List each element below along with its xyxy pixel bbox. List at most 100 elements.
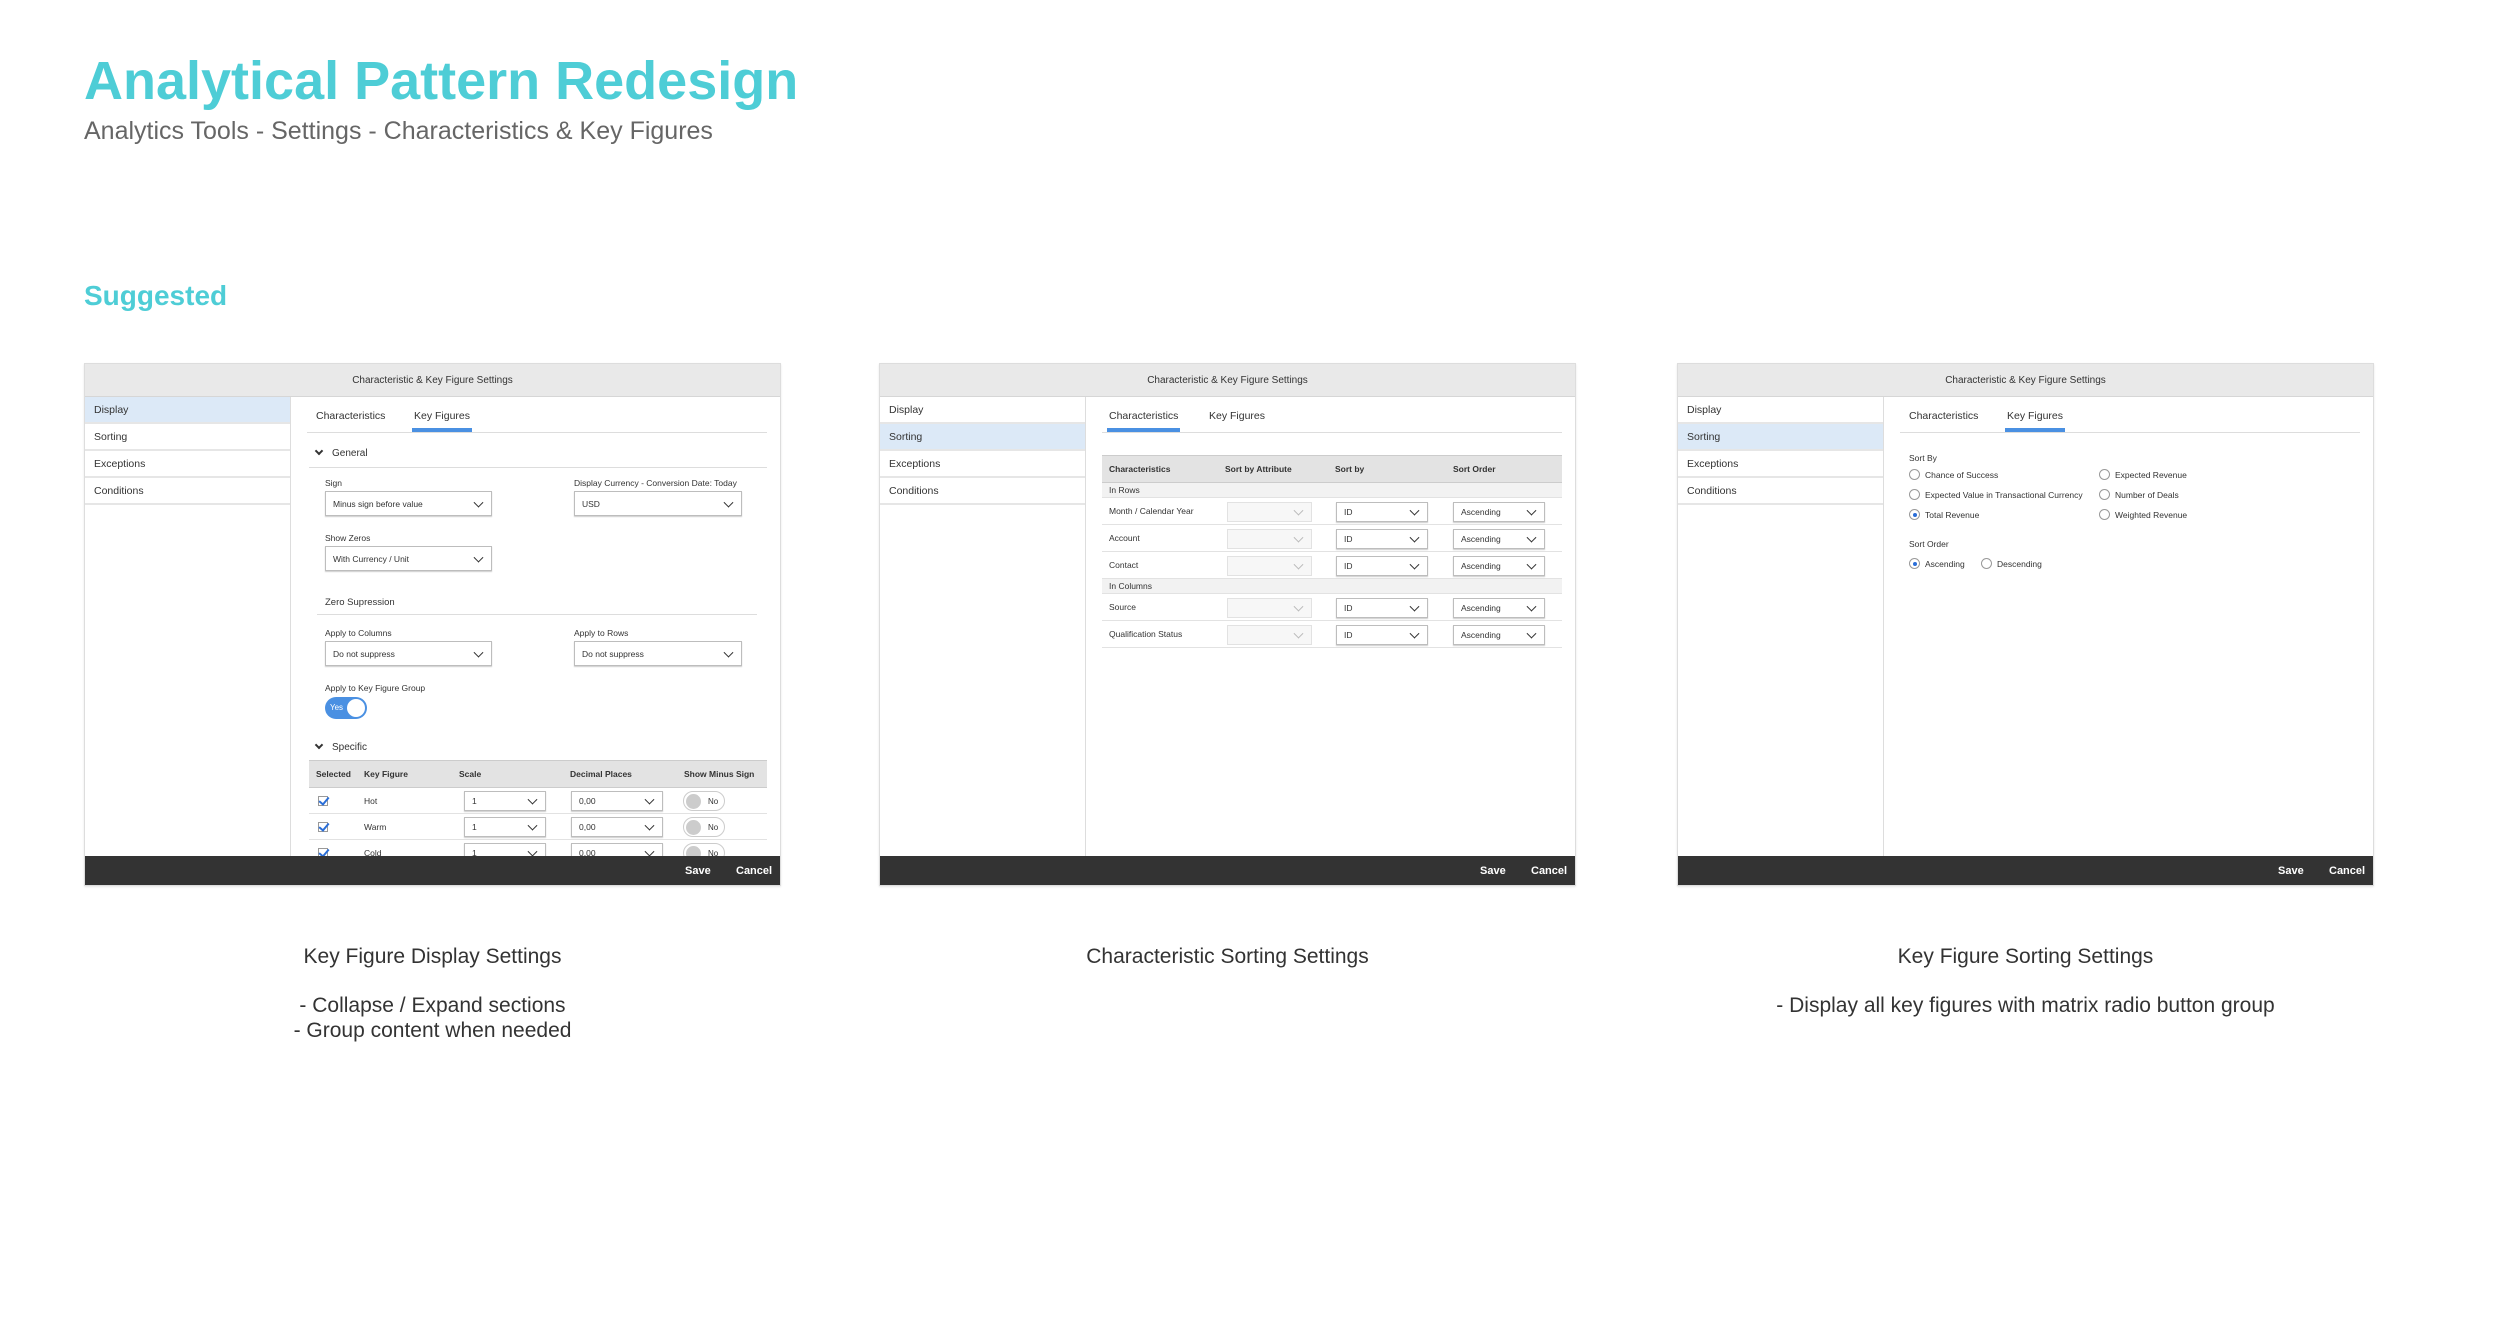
sidebar-item-conditions[interactable]: Conditions — [1678, 478, 1883, 505]
sort-order-select[interactable]: Ascending — [1453, 625, 1545, 645]
sort-order-radio[interactable]: Ascending — [1909, 558, 1965, 569]
column-header: Scale — [459, 769, 482, 779]
save-button[interactable]: Save — [2278, 865, 2304, 877]
section-specific-title: Specific — [332, 742, 368, 753]
sort-by-attribute-select[interactable] — [1227, 598, 1312, 618]
chevron-down-icon — [473, 497, 484, 508]
save-button[interactable]: Save — [1480, 865, 1506, 877]
table-row: Month / Calendar Year ID Ascending — [1102, 498, 1562, 525]
show-minus-sign-toggle[interactable]: No — [683, 791, 725, 811]
scale-select[interactable]: 1 — [464, 817, 546, 837]
characteristic-name: Month / Calendar Year — [1109, 506, 1194, 516]
caption-key-figure-sorting: Key Figure Sorting Settings - Display al… — [1677, 944, 2374, 1018]
show-minus-sign-toggle[interactable]: No — [683, 817, 725, 837]
sort-by-radio[interactable]: Expected Revenue — [2099, 469, 2187, 480]
section-general-toggle[interactable]: General — [314, 446, 368, 459]
caption-note: - Group content when needed — [293, 1019, 572, 1042]
key-figure-name: Hot — [364, 795, 378, 806]
decimal-places-select[interactable]: 0,00 — [571, 817, 663, 837]
dialog-footer: Save Cancel — [1678, 856, 2373, 885]
sign-select[interactable]: Minus sign before value — [325, 491, 492, 516]
tab-key-figures[interactable]: Key Figures — [1209, 410, 1265, 432]
cancel-button[interactable]: Cancel — [736, 865, 772, 877]
sort-by-radio[interactable]: Total Revenue — [1909, 509, 1979, 520]
chevron-down-icon — [527, 794, 538, 805]
chevron-down-icon — [1293, 601, 1304, 612]
chevron-down-icon — [1293, 559, 1304, 570]
sort-order-radio[interactable]: Descending — [1981, 558, 2042, 569]
sidebar-item-exceptions[interactable]: Exceptions — [1678, 451, 1883, 478]
sidebar-item-conditions[interactable]: Conditions — [880, 478, 1085, 505]
sort-by-attribute-select[interactable] — [1227, 529, 1312, 549]
sidebar-item-conditions[interactable]: Conditions — [85, 478, 290, 505]
chevron-down-icon — [644, 794, 655, 805]
scale-select[interactable]: 1 — [464, 791, 546, 811]
sort-by-select-value: ID — [1344, 507, 1353, 517]
chevron-down-icon — [1409, 532, 1420, 543]
sort-by-attribute-select[interactable] — [1227, 502, 1312, 522]
cancel-button[interactable]: Cancel — [1531, 865, 1567, 877]
scale-select-value: 1 — [472, 796, 477, 806]
chevron-down-icon — [1526, 628, 1537, 639]
sign-value: Minus sign before value — [333, 498, 423, 509]
tab-characteristics[interactable]: Characteristics — [1909, 410, 1978, 432]
sort-by-radio[interactable]: Weighted Revenue — [2099, 509, 2187, 520]
sort-order-select[interactable]: Ascending — [1453, 502, 1545, 522]
sidebar-item-sorting[interactable]: Sorting — [85, 424, 290, 451]
show-zeros-select[interactable]: With Currency / Unit — [325, 546, 492, 571]
sort-by-attribute-select[interactable] — [1227, 625, 1312, 645]
sidebar-nav: Display Sorting Exceptions Conditions — [880, 397, 1086, 857]
currency-value: USD — [582, 498, 600, 509]
tab-divider — [1102, 432, 1562, 433]
row-checkbox[interactable] — [318, 822, 328, 832]
currency-select[interactable]: USD — [574, 491, 742, 516]
save-button[interactable]: Save — [685, 865, 711, 877]
show-zeros-label: Show Zeros — [325, 533, 371, 543]
section-specific-toggle[interactable]: Specific — [314, 740, 368, 753]
tab-characteristics[interactable]: Characteristics — [316, 410, 385, 432]
sort-by-select[interactable]: ID — [1336, 502, 1428, 522]
sidebar-item-sorting[interactable]: Sorting — [1678, 424, 1883, 451]
sort-by-attribute-select[interactable] — [1227, 556, 1312, 576]
apply-columns-select[interactable]: Do not suppress — [325, 641, 492, 666]
sort-by-radio[interactable]: Expected Value in Transactional Currency — [1909, 489, 2083, 500]
dialog-title: Characteristic & Key Figure Settings — [880, 364, 1575, 397]
sort-by-select[interactable]: ID — [1336, 625, 1428, 645]
radio-circle — [1909, 558, 1920, 569]
sort-order-select-value: Ascending — [1461, 507, 1501, 517]
apply-rows-select[interactable]: Do not suppress — [574, 641, 742, 666]
sort-by-radio[interactable]: Chance of Success — [1909, 469, 1998, 480]
sidebar-item-display[interactable]: Display — [880, 397, 1085, 424]
settings-dialog-display: Characteristic & Key Figure Settings Dis… — [84, 363, 781, 886]
sidebar-item-exceptions[interactable]: Exceptions — [880, 451, 1085, 478]
sort-order-select[interactable]: Ascending — [1453, 598, 1545, 618]
sort-order-select[interactable]: Ascending — [1453, 556, 1545, 576]
toggle-label: No — [708, 823, 719, 832]
sort-by-radio[interactable]: Number of Deals — [2099, 489, 2179, 500]
radio-label: Number of Deals — [2115, 489, 2179, 500]
radio-circle — [2099, 469, 2110, 480]
zero-suppression-title: Zero Supression — [325, 597, 395, 608]
sidebar-item-sorting[interactable]: Sorting — [880, 424, 1085, 451]
sidebar-item-exceptions[interactable]: Exceptions — [85, 451, 290, 478]
sidebar-item-display[interactable]: Display — [85, 397, 290, 424]
sort-by-select[interactable]: ID — [1336, 598, 1428, 618]
caption-title: Key Figure Display Settings — [303, 945, 562, 968]
decimal-places-select[interactable]: 0,00 — [571, 791, 663, 811]
row-checkbox[interactable] — [318, 796, 328, 806]
chevron-down-icon — [1293, 628, 1304, 639]
sort-order-select[interactable]: Ascending — [1453, 529, 1545, 549]
characteristic-name: Contact — [1109, 560, 1139, 570]
tab-key-figures[interactable]: Key Figures — [2005, 410, 2066, 432]
key-figure-group-toggle[interactable]: Yes — [325, 697, 367, 719]
chevron-down-icon — [1526, 559, 1537, 570]
sort-by-select[interactable]: ID — [1336, 556, 1428, 576]
radio-circle — [1909, 489, 1920, 500]
sidebar-item-display[interactable]: Display — [1678, 397, 1883, 424]
cancel-button[interactable]: Cancel — [2329, 865, 2365, 877]
radio-circle — [1981, 558, 1992, 569]
tab-key-figures[interactable]: Key Figures — [412, 410, 473, 432]
sort-by-select[interactable]: ID — [1336, 529, 1428, 549]
tab-characteristics[interactable]: Characteristics — [1107, 410, 1181, 432]
chevron-down-icon — [1293, 505, 1304, 516]
